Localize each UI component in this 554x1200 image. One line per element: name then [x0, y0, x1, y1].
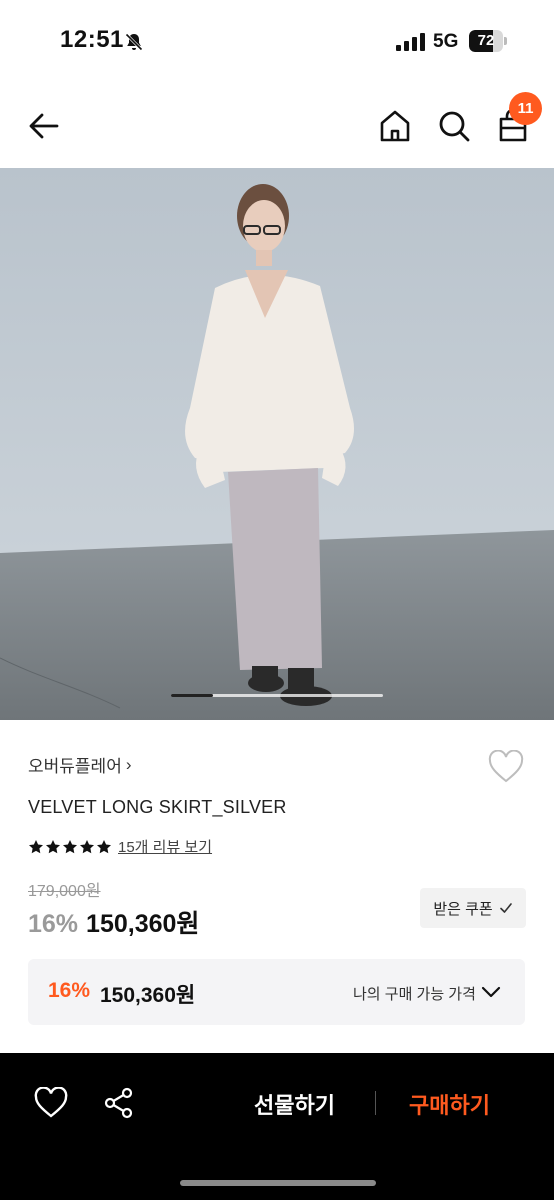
heart-icon[interactable]: [488, 750, 524, 784]
star-icon: [29, 839, 43, 853]
star-icon: [46, 839, 60, 853]
original-price: 179,000원: [28, 883, 101, 900]
back-arrow-icon[interactable]: [26, 108, 62, 144]
divider: [375, 1091, 376, 1115]
my-discount-rate: 16%: [48, 979, 91, 1002]
top-nav: 11: [0, 84, 554, 168]
brand-name: 오버듀플레어: [28, 757, 122, 776]
check-icon: [499, 903, 512, 913]
my-purchase-price-panel[interactable]: 16% 150,360원 나의 구매 가능 가격: [28, 959, 525, 1025]
price-row: 16% 150,360원: [28, 904, 199, 940]
my-purchase-price-label: 나의 구매 가능 가격: [353, 986, 476, 1003]
buy-button[interactable]: 구매하기: [409, 1088, 490, 1120]
star-icon: [97, 839, 111, 853]
home-icon[interactable]: [377, 108, 413, 144]
chevron-down-icon: [481, 986, 501, 998]
gift-button[interactable]: 선물하기: [254, 1088, 335, 1120]
bell-slash-icon: [125, 33, 143, 51]
brand-link[interactable]: 오버듀플레어 ›: [28, 752, 132, 777]
bottom-action-bar: 선물하기 구매하기: [0, 1053, 554, 1200]
product-title: VELVET LONG SKIRT_SILVER: [28, 797, 287, 817]
chevron-right-icon: ›: [125, 754, 132, 774]
sale-price: 150,360원: [86, 910, 200, 938]
share-icon[interactable]: [103, 1087, 135, 1119]
received-coupon-button[interactable]: 받은 쿠폰: [420, 888, 526, 928]
cart-count-badge: 11: [509, 92, 542, 125]
star-icon: [63, 839, 77, 853]
heart-icon[interactable]: [34, 1087, 68, 1119]
signal-icon: [396, 33, 425, 51]
status-time: 12:51: [60, 26, 124, 53]
image-slide-indicator: [171, 694, 383, 697]
review-link[interactable]: 15개 리뷰 보기: [118, 836, 212, 857]
rating-row: 15개 리뷰 보기: [28, 836, 212, 857]
status-bar: 12:51 5G 72: [0, 0, 554, 84]
coupon-label: 받은 쿠폰: [433, 900, 493, 918]
battery-percent: 72: [477, 32, 495, 49]
image-slide-indicator-thumb: [171, 694, 213, 697]
home-indicator: [180, 1180, 376, 1186]
network-label: 5G: [433, 31, 459, 52]
search-icon[interactable]: [436, 108, 472, 144]
my-purchase-price: 150,360원: [100, 984, 196, 1007]
star-icon: [80, 839, 94, 853]
star-rating: [28, 839, 112, 855]
discount-rate: 16%: [28, 910, 79, 938]
product-image[interactable]: [0, 168, 554, 720]
battery-icon: 72: [469, 30, 507, 52]
product-photo: [0, 168, 554, 720]
